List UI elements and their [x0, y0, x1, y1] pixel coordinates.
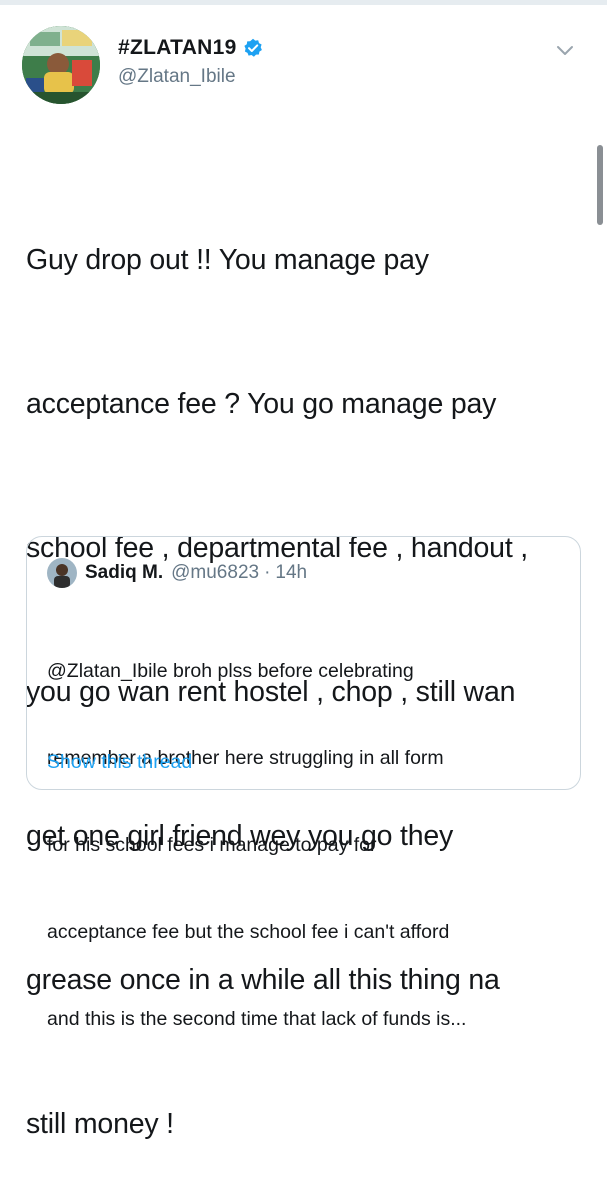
top-divider — [0, 0, 607, 5]
quoted-tweet-text: @Zlatan_Ibile broh plss before celebrati… — [47, 599, 567, 1092]
author-display-name[interactable]: #ZLATAN19 — [118, 36, 237, 60]
profile-photo-icon — [22, 26, 100, 104]
profile-photo-icon — [47, 558, 77, 588]
quoted-text-line: and this is the second time that lack of… — [47, 1008, 467, 1030]
chevron-down-icon[interactable] — [556, 44, 574, 56]
quoted-author-name[interactable]: Sadiq M. — [85, 562, 163, 584]
quoted-tweet-card[interactable]: Sadiq M. @mu6823 · 14h @Zlatan_Ibile bro… — [26, 536, 581, 1030]
meta-separator: · — [264, 562, 271, 583]
show-thread-link[interactable]: Show this thread — [47, 751, 192, 774]
quoted-text-line: @Zlatan_Ibile broh plss before celebrati… — [47, 660, 414, 682]
quoted-tweet-header: Sadiq M. @mu6823 · 14h — [47, 557, 307, 589]
scrollbar[interactable] — [597, 145, 603, 225]
author-handle[interactable]: @Zlatan_Ibile — [118, 66, 263, 88]
quoted-author-avatar[interactable] — [47, 558, 77, 588]
tweet-text-line: Guy drop out !! You manage pay — [26, 244, 429, 276]
quoted-author-handle[interactable]: @mu6823 — [171, 562, 259, 584]
quoted-text-line: acceptance fee but the school fee i can'… — [47, 921, 450, 943]
tweet-text-line: still money ! — [26, 1108, 174, 1140]
quoted-text-line: for his school fees i manage to pay for — [47, 834, 377, 856]
quoted-timestamp[interactable]: 14h — [275, 562, 307, 584]
tweet-header: #ZLATAN19 @Zlatan_Ibile — [22, 26, 592, 106]
verified-badge-icon — [243, 38, 263, 58]
tweet-text-line: acceptance fee ? You go manage pay — [26, 388, 497, 420]
author-avatar[interactable] — [22, 26, 100, 104]
